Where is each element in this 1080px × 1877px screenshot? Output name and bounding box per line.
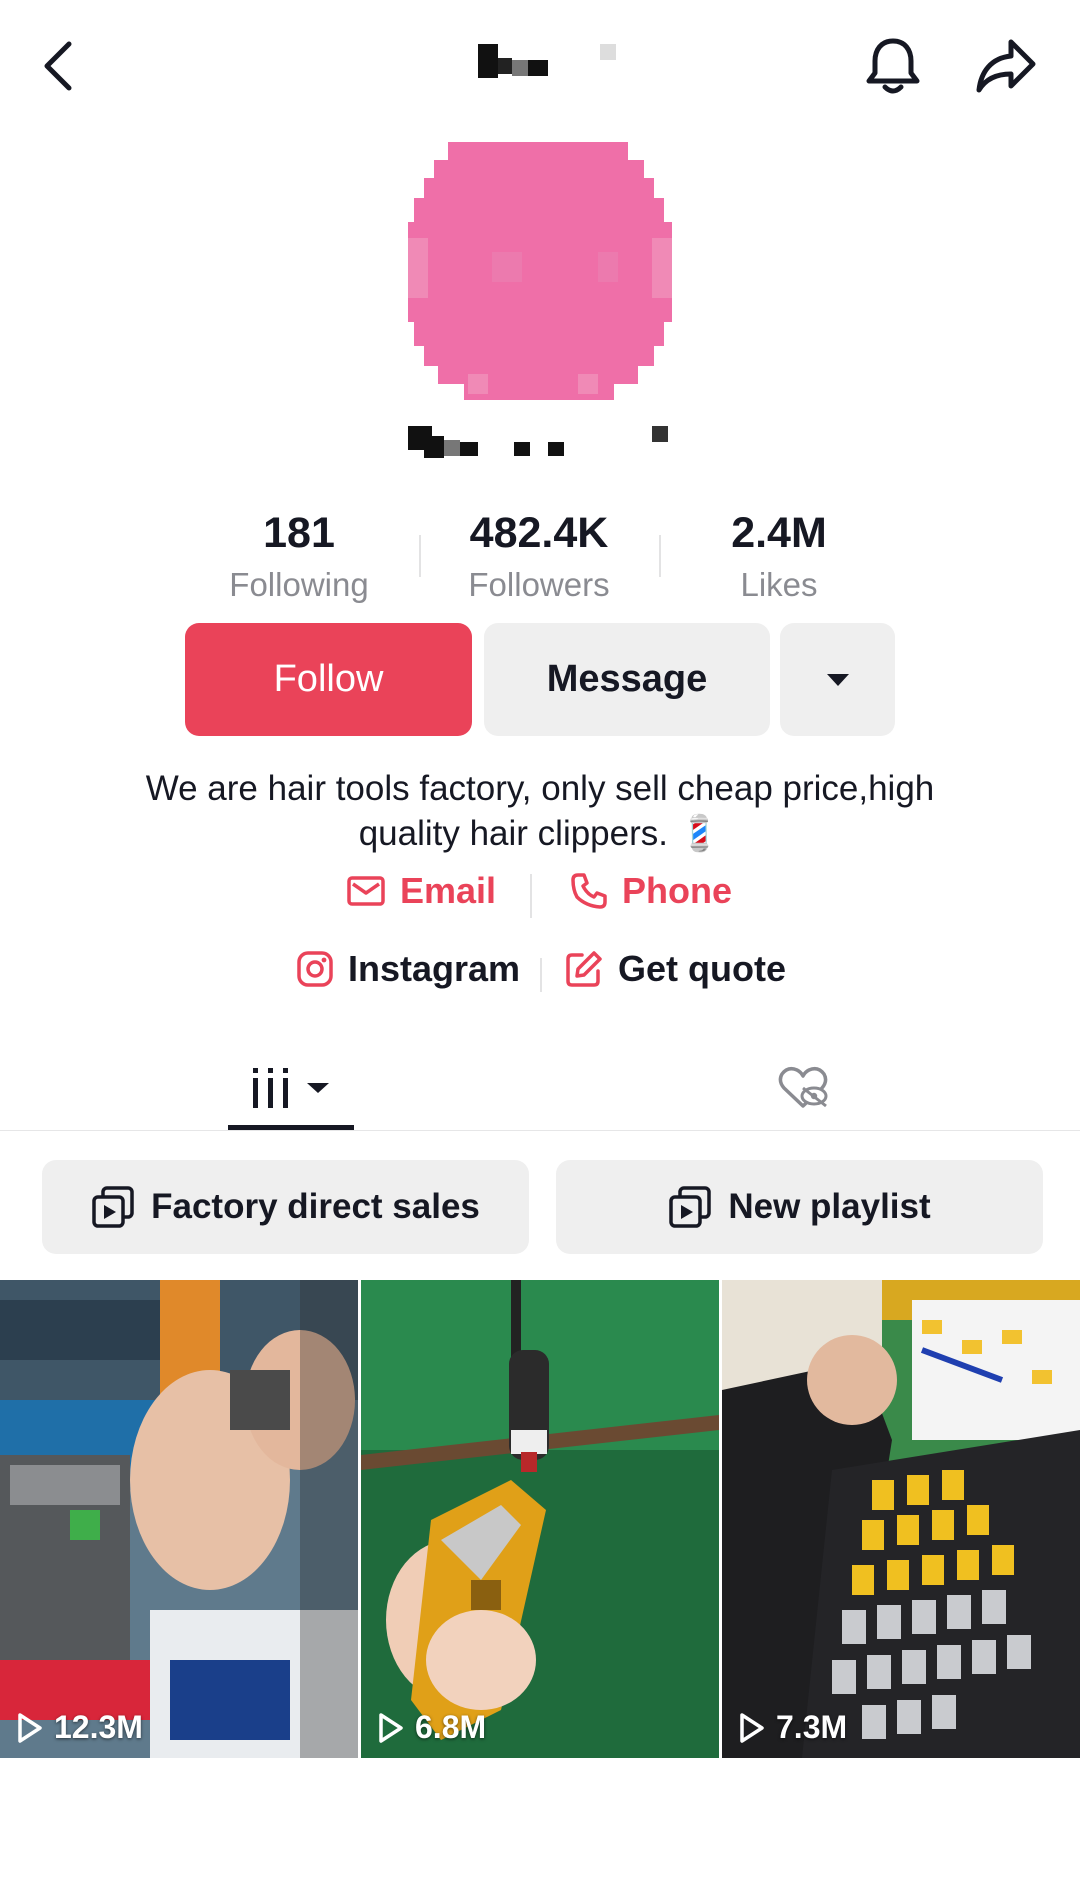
play-outline-icon (379, 1712, 403, 1743)
phone-icon (571, 873, 607, 909)
phone-label: Phone (622, 870, 733, 911)
tab-liked-videos[interactable] (740, 1045, 866, 1131)
bell-icon (866, 38, 920, 94)
caret-down-icon (307, 1083, 329, 1093)
view-count: 7.3M (738, 1709, 847, 1746)
view-count-label: 7.3M (776, 1709, 848, 1745)
video-thumbnail-image (722, 1280, 1080, 1758)
content-tabs (0, 1045, 1080, 1131)
instagram-label: Instagram (348, 948, 521, 989)
mail-icon (347, 876, 385, 906)
stat-divider (419, 535, 421, 577)
video-thumbnail[interactable]: 6.8M (361, 1280, 719, 1758)
contact-divider (530, 874, 532, 918)
caret-down-icon (826, 673, 849, 686)
links-row: Instagram Get quote (0, 948, 1080, 1004)
playlist-label: New playlist (728, 1187, 931, 1226)
username-handle-redacted (470, 40, 630, 80)
follow-button[interactable]: Follow (185, 623, 472, 736)
video-grid: 12.3M 6.8M 7.3M (0, 1280, 1080, 1758)
tab-videos[interactable] (228, 1045, 354, 1131)
followers-label: Followers (468, 566, 610, 603)
contact-row: Email Phone (0, 870, 1080, 926)
video-thumbnail[interactable]: 12.3M (0, 1280, 358, 1758)
share-button[interactable] (970, 30, 1042, 102)
avatar-image (408, 142, 672, 400)
stat-likes: 2.4M Likes (664, 505, 894, 609)
notification-bell-button[interactable] (860, 30, 926, 102)
view-count-label: 6.8M (415, 1709, 487, 1745)
grid-columns-icon (253, 1068, 288, 1108)
play-outline-icon (18, 1712, 42, 1743)
view-count: 6.8M (377, 1709, 486, 1746)
view-count: 12.3M (16, 1709, 143, 1746)
get-quote-label: Get quote (618, 948, 786, 989)
likes-label: Likes (740, 566, 818, 603)
stat-divider (659, 535, 661, 577)
active-tab-indicator (228, 1125, 354, 1130)
playlist-label: Factory direct sales (151, 1187, 480, 1226)
video-thumbnail[interactable]: 7.3M (722, 1280, 1080, 1758)
message-button[interactable]: Message (484, 623, 770, 736)
avatar[interactable] (408, 142, 672, 400)
links-divider (540, 958, 542, 992)
play-outline-icon (740, 1712, 764, 1743)
phone-link[interactable]: Phone (570, 870, 732, 912)
playlist-icon (669, 1186, 712, 1228)
share-arrow-icon (976, 39, 1036, 93)
profile-stats: 181 Following 482.4K Followers 2.4M Like… (0, 505, 1080, 605)
more-options-button[interactable] (780, 623, 895, 736)
video-thumbnail-image (0, 1280, 358, 1758)
display-name-redacted (408, 422, 672, 466)
bio-line-2: quality hair clippers. 💈 (358, 814, 722, 853)
instagram-icon (297, 951, 333, 987)
playlist-icon (92, 1186, 134, 1228)
email-label: Email (400, 870, 497, 911)
heart-hidden-icon (778, 1066, 828, 1108)
followers-count: 482.4K (469, 509, 609, 557)
profile-bio: We are hair tools factory, only sell che… (60, 766, 1020, 856)
stat-following[interactable]: 181 Following (184, 505, 414, 609)
video-thumbnail-image (361, 1280, 719, 1758)
chevron-left-icon (44, 41, 72, 91)
playlist-button[interactable]: New playlist (556, 1160, 1043, 1254)
email-link[interactable]: Email (346, 870, 496, 912)
top-bar (0, 0, 1080, 140)
profile-page: 181 Following 482.4K Followers 2.4M Like… (0, 0, 1080, 1877)
bio-line-1: We are hair tools factory, only sell che… (145, 769, 935, 808)
following-count: 181 (263, 509, 335, 557)
get-quote-link[interactable]: Get quote (564, 948, 786, 990)
view-count-label: 12.3M (54, 1709, 143, 1745)
likes-count: 2.4M (731, 509, 827, 557)
playlist-button[interactable]: Factory direct sales (42, 1160, 529, 1254)
back-button[interactable] (30, 32, 86, 100)
edit-square-icon (566, 951, 602, 987)
following-label: Following (229, 566, 369, 603)
instagram-link[interactable]: Instagram (296, 948, 520, 990)
stat-followers[interactable]: 482.4K Followers (424, 505, 654, 609)
